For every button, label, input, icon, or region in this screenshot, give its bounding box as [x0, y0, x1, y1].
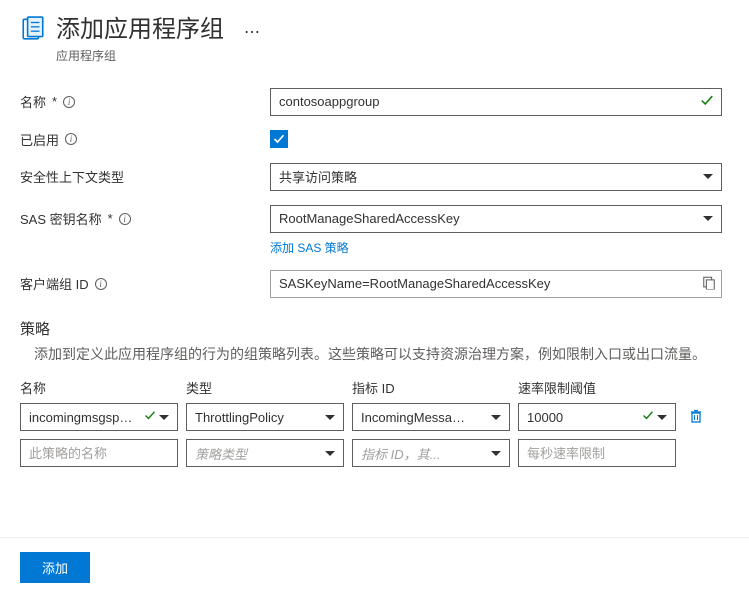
policy-threshold-select[interactable]: 10000 — [518, 403, 676, 431]
policy-header-metric: 指标 ID — [352, 378, 510, 397]
security-context-type-value: 共享访问策略 — [279, 167, 357, 186]
policy-type-placeholder: 策略类型 — [195, 444, 247, 463]
security-context-type-select[interactable]: 共享访问策略 — [270, 163, 722, 191]
policy-name-select[interactable]: incomingmsgspolicy — [20, 403, 178, 431]
chevron-down-icon — [703, 216, 713, 221]
policy-type-select[interactable]: ThrottlingPolicy — [186, 403, 344, 431]
policy-header-threshold: 速率限制阈值 — [518, 378, 676, 397]
page-subtitle: 应用程序组 — [56, 47, 224, 64]
chevron-down-icon — [325, 415, 335, 420]
info-icon[interactable]: i — [63, 96, 75, 108]
policy-metric-select[interactable]: IncomingMessages — [352, 403, 510, 431]
sas-key-required-asterisk: * — [108, 211, 113, 226]
policy-type-select[interactable]: 策略类型 — [186, 439, 344, 467]
policy-row-empty: 策略类型 指标 ID，其... — [20, 439, 729, 467]
policy-metric-select[interactable]: 指标 ID，其... — [352, 439, 510, 467]
enabled-label: 已启用 — [20, 130, 59, 149]
policy-row: incomingmsgspolicy ThrottlingPolicy Inco… — [20, 403, 729, 431]
chevron-down-icon — [325, 451, 335, 456]
sas-key-name-label: SAS 密钥名称 — [20, 209, 102, 228]
chevron-down-icon — [657, 415, 667, 420]
submit-button[interactable]: 添加 — [20, 552, 90, 583]
policy-type-value: ThrottlingPolicy — [195, 410, 284, 425]
copy-icon[interactable] — [702, 275, 716, 292]
add-sas-policy-link[interactable]: 添加 SAS 策略 — [270, 239, 349, 256]
info-icon[interactable]: i — [119, 213, 131, 225]
client-group-id-input[interactable] — [270, 270, 722, 298]
policy-metric-placeholder: 指标 ID，其... — [361, 444, 440, 463]
blade-header: 添加应用程序组 应用程序组 ⋯ — [20, 16, 729, 64]
app-group-icon — [20, 16, 46, 42]
policy-header-name: 名称 — [20, 378, 178, 397]
policy-name-value: incomingmsgspolicy — [29, 410, 139, 425]
policy-metric-value: IncomingMessages — [361, 410, 471, 425]
policies-section-desc: 添加到定义此应用程序组的行为的组策略列表。这些策略可以支持资源治理方案，例如限制… — [20, 345, 729, 365]
policy-name-input[interactable] — [20, 439, 178, 467]
delete-policy-button[interactable] — [684, 408, 708, 427]
page-title: 添加应用程序组 — [56, 16, 224, 45]
enabled-checkbox[interactable] — [270, 130, 288, 148]
name-required-asterisk: * — [52, 94, 57, 109]
sas-key-name-select[interactable]: RootManageSharedAccessKey — [270, 205, 722, 233]
info-icon[interactable]: i — [65, 133, 77, 145]
blade-footer: 添加 — [0, 537, 749, 603]
policy-threshold-input[interactable] — [518, 439, 676, 467]
name-input[interactable] — [270, 88, 722, 116]
chevron-down-icon — [159, 415, 169, 420]
security-context-label: 安全性上下文类型 — [20, 167, 124, 186]
chevron-down-icon — [491, 451, 501, 456]
policies-section-title: 策略 — [20, 318, 729, 339]
policy-header-type: 类型 — [186, 378, 344, 397]
name-label: 名称 — [20, 92, 46, 111]
policy-threshold-value: 10000 — [527, 410, 563, 425]
more-actions-button[interactable]: ⋯ — [244, 22, 260, 42]
sas-key-name-value: RootManageSharedAccessKey — [279, 211, 460, 226]
chevron-down-icon — [491, 415, 501, 420]
chevron-down-icon — [703, 174, 713, 179]
info-icon[interactable]: i — [95, 278, 107, 290]
client-group-id-label: 客户端组 ID — [20, 274, 89, 293]
